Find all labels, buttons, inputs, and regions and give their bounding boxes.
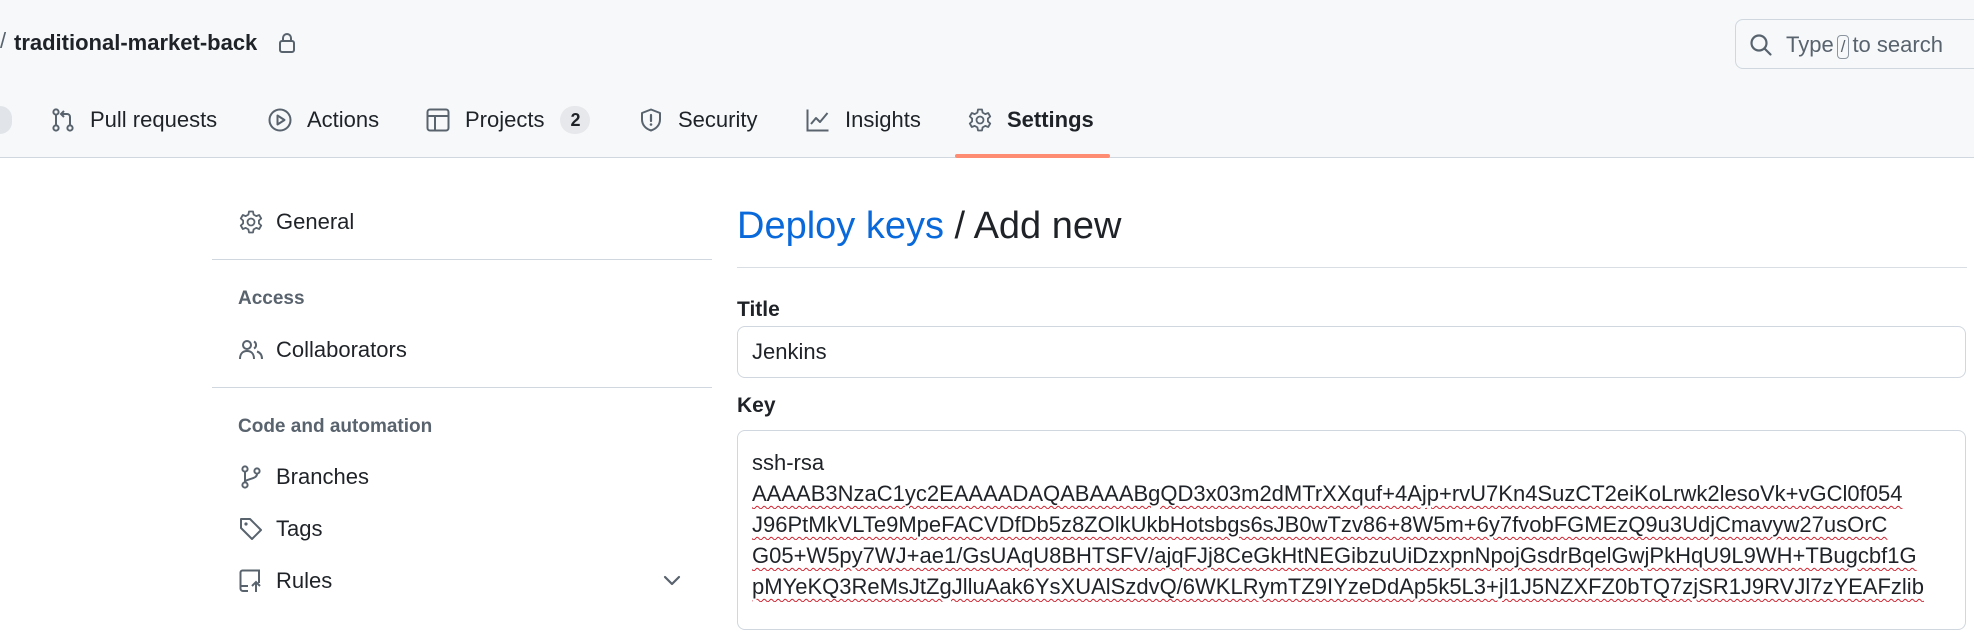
title-divider	[737, 267, 1967, 268]
tab-label: Pull requests	[90, 107, 218, 132]
sidebar-heading-access: Access	[238, 288, 305, 309]
selected-tab-indicator	[955, 154, 1110, 158]
deploy-keys-link[interactable]: Deploy keys	[737, 205, 944, 247]
chevron-down-icon[interactable]	[659, 567, 685, 593]
key-field-label: Key	[737, 394, 776, 417]
sidebar-divider	[212, 387, 712, 388]
lock-icon	[279, 33, 295, 53]
sidebar-item-label: Tags	[276, 516, 323, 541]
tab-security[interactable]: Security	[638, 98, 757, 142]
tab-insights[interactable]: Insights	[805, 98, 921, 142]
graph-icon	[806, 109, 829, 132]
shield-icon	[641, 108, 661, 132]
tab-label: Security	[678, 107, 758, 132]
repo-header: / traditional-market-back Type / to search…	[0, 0, 1974, 158]
sidebar-item-collaborators[interactable]: Collaborators	[238, 330, 407, 370]
git-pull-request-icon	[52, 108, 74, 132]
tab-label: Actions	[307, 107, 380, 132]
title-field-label: Title	[737, 298, 780, 321]
git-branch-icon	[241, 465, 261, 489]
sidebar-item-label: General	[276, 209, 355, 234]
sidebar-item-rules[interactable]: Rules	[238, 561, 332, 601]
breadcrumb-separator: /	[0, 29, 6, 53]
breadcrumb-separator: /	[954, 205, 966, 247]
breadcrumb-current: Add new	[973, 205, 1122, 247]
sidebar-item-label: Rules	[276, 568, 333, 593]
title-input[interactable]	[737, 326, 1966, 378]
sidebar-item-tags[interactable]: Tags	[238, 509, 322, 549]
tab-label: Settings	[1007, 107, 1094, 132]
sidebar-heading-code-automation: Code and automation	[238, 416, 433, 437]
tab-pull-requests[interactable]: Pull requests	[50, 98, 217, 142]
gear-icon	[239, 210, 263, 234]
projects-count-badge: 2	[560, 106, 591, 134]
search-icon	[1750, 34, 1772, 56]
key-text-line: ssh-rsa	[752, 450, 825, 475]
repo-push-icon	[239, 569, 261, 592]
tab-code-stub[interactable]	[0, 106, 12, 134]
tab-label: Insights	[845, 107, 921, 132]
key-text-line: G05+W5py7WJ+ae1/GsUAqU8BHTSFV/ajqFJj8CeG…	[752, 543, 1917, 568]
key-textarea[interactable]: ssh-rsa AAAAB3NzaC1yc2EAAAADAQABAAABgQD3…	[737, 430, 1966, 630]
repo-name-link[interactable]: traditional-market-back	[14, 28, 257, 58]
play-icon	[268, 108, 292, 132]
gear-icon	[968, 108, 992, 132]
sidebar-item-branches[interactable]: Branches	[238, 457, 369, 497]
table-icon	[426, 108, 450, 132]
tab-label: Projects	[465, 107, 545, 132]
key-text-line: AAAAB3NzaC1yc2EAAAADAQABAAABgQD3x03m2dMT…	[752, 481, 1903, 506]
page-title: Deploy keys / Add new	[737, 200, 1121, 252]
sidebar-divider	[212, 259, 712, 260]
search-shortcut-key: /	[1836, 35, 1850, 59]
sidebar-item-label: Branches	[276, 464, 369, 489]
tab-actions[interactable]: Actions	[267, 98, 379, 142]
people-icon	[239, 340, 263, 360]
tab-projects[interactable]: Projects 2	[425, 98, 591, 142]
key-text-line: J96PtMkVLTe9MpeFACVDfDb5z8ZOlkUkbHotsbgs…	[752, 512, 1888, 537]
sidebar-item-general[interactable]: General	[238, 202, 354, 242]
tab-settings[interactable]: Settings	[967, 98, 1094, 142]
tag-icon	[240, 518, 262, 540]
search-placeholder: Type / to search	[1786, 32, 1943, 59]
search-input[interactable]: Type / to search	[1735, 19, 1974, 69]
key-text-line: pMYeKQ3ReMsJtZgJlluAak6YsXUAlSzdvQ/6WKLR…	[752, 574, 1924, 599]
sidebar-item-label: Collaborators	[276, 337, 407, 362]
